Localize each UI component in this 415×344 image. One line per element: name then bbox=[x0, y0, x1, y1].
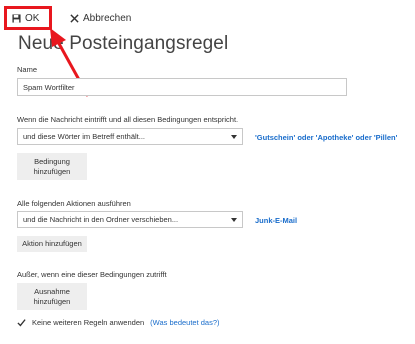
action-label: Alle folgenden Aktionen ausführen bbox=[17, 199, 131, 208]
chevron-down-icon bbox=[231, 217, 237, 222]
name-input[interactable]: Spam Wortfilter bbox=[17, 78, 347, 96]
cancel-label: Abbrechen bbox=[83, 12, 132, 24]
condition-select-value: und diese Wörter im Betreff enthält... bbox=[23, 132, 146, 141]
add-action-button[interactable]: Aktion hinzufügen bbox=[17, 236, 87, 252]
condition-label: Wenn die Nachricht eintrifft und all die… bbox=[17, 115, 239, 124]
add-condition-label-line2: hinzufügen bbox=[33, 166, 71, 176]
checkmark-icon bbox=[17, 319, 26, 327]
exception-label: Außer, wenn eine dieser Bedingungen zutr… bbox=[17, 270, 167, 279]
stop-rules-row: Keine weiteren Regeln anwenden (Was bede… bbox=[17, 318, 220, 327]
condition-select[interactable]: und diese Wörter im Betreff enthält... bbox=[17, 128, 243, 145]
add-condition-button[interactable]: Bedingung hinzufügen bbox=[17, 153, 87, 180]
add-condition-label-line1: Bedingung bbox=[34, 156, 70, 166]
stop-rules-help-link[interactable]: (Was bedeutet das?) bbox=[150, 318, 219, 327]
page-title: Neue Posteingangsregel bbox=[18, 33, 229, 54]
add-action-label: Aktion hinzufügen bbox=[22, 239, 82, 248]
name-label: Name bbox=[17, 65, 38, 74]
add-exception-label-line2: hinzufügen bbox=[33, 296, 71, 306]
chevron-down-icon bbox=[231, 134, 237, 139]
action-select[interactable]: und die Nachricht in den Ordner verschie… bbox=[17, 211, 243, 228]
add-exception-button[interactable]: Ausnahme hinzufügen bbox=[17, 283, 87, 310]
name-input-value: Spam Wortfilter bbox=[23, 82, 75, 92]
ok-button[interactable]: OK bbox=[4, 6, 52, 30]
add-exception-label-line1: Ausnahme bbox=[34, 286, 70, 296]
cancel-button[interactable]: Abbrechen bbox=[70, 10, 131, 26]
close-icon bbox=[70, 13, 79, 23]
stop-rules-checkbox[interactable] bbox=[17, 318, 26, 327]
condition-value-link[interactable]: 'Gutschein' oder 'Apotheke' oder 'Pillen… bbox=[255, 133, 397, 142]
ok-label: OK bbox=[25, 12, 40, 24]
stop-rules-label: Keine weiteren Regeln anwenden bbox=[32, 318, 145, 327]
save-icon bbox=[12, 13, 21, 23]
action-select-value: und die Nachricht in den Ordner verschie… bbox=[23, 215, 179, 224]
action-folder-link[interactable]: Junk-E-Mail bbox=[255, 216, 297, 225]
